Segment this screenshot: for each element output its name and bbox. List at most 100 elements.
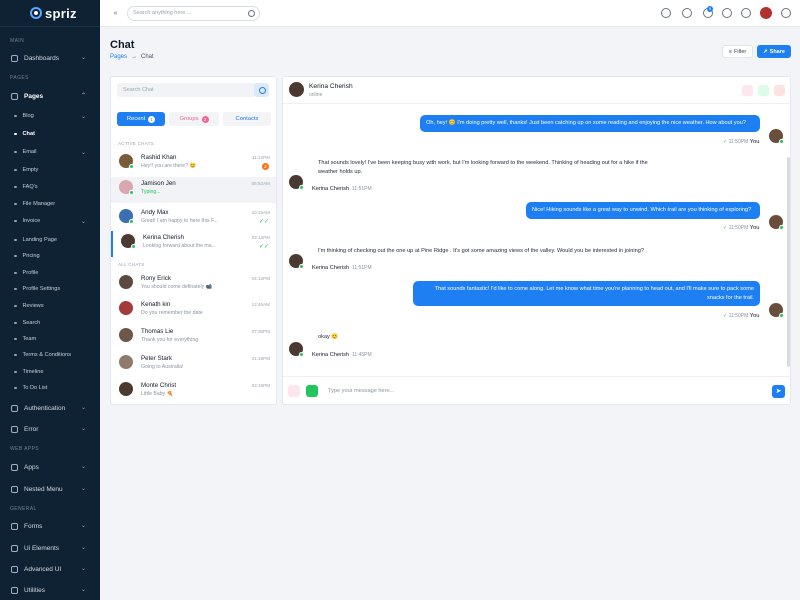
sidebar-item-chat[interactable]: Chat xyxy=(0,127,100,141)
chevron-down-icon: ⌄ xyxy=(80,426,86,432)
chat-list-item[interactable]: Kerina Cherish Looking forward about the… xyxy=(111,231,276,257)
message-time: 11:45PM xyxy=(352,352,372,358)
phone-icon[interactable] xyxy=(742,85,753,96)
message-time: 11:51PM xyxy=(352,186,372,192)
breadcrumb-pages-link[interactable]: Pages xyxy=(110,54,127,60)
avatar xyxy=(289,254,304,269)
brand-logo[interactable]: spriz xyxy=(0,0,100,27)
sidebar-toggle-icon[interactable]: « xyxy=(110,8,121,19)
nav-label: Profile xyxy=(22,270,39,276)
tab-recent[interactable]: Recent 1 xyxy=(117,112,165,126)
bell-icon[interactable] xyxy=(722,8,732,18)
chat-list-item[interactable]: Kenath kin Do you remember the date 12:4… xyxy=(111,298,276,324)
message-meta: ✓ 11:50PM You xyxy=(723,313,759,319)
sidebar-item-empty[interactable]: Empty xyxy=(0,163,100,177)
nav-label: Search xyxy=(22,320,41,326)
bullet-icon xyxy=(14,321,17,325)
chat-list-panel: Search Chat Recent 1 Groups 2 Contacts ACT… xyxy=(110,76,277,405)
video-icon[interactable] xyxy=(758,85,769,96)
chat-preview: Do you remember the date xyxy=(141,310,203,316)
filter-button[interactable]: ≡ Filter xyxy=(722,45,753,58)
error-icon xyxy=(11,425,18,433)
message-text-incoming: I'm thinking of checking out the one up … xyxy=(318,248,644,254)
search-icon[interactable] xyxy=(248,10,255,17)
contact-name[interactable]: Kerina Cherish xyxy=(309,83,353,90)
user-avatar[interactable] xyxy=(760,7,772,19)
sidebar-item-invoice[interactable]: Invoice ⌄ xyxy=(0,214,100,228)
attachment-icon[interactable] xyxy=(306,385,318,397)
bullet-icon xyxy=(14,185,17,189)
sidebar-item-team[interactable]: Team xyxy=(0,332,100,346)
sender-name: Kerina Cherish xyxy=(312,265,349,271)
nav-label: Empty xyxy=(22,167,39,173)
arrow-right-icon: → xyxy=(131,54,138,60)
fullscreen-icon[interactable] xyxy=(741,8,751,18)
sidebar-item-profile[interactable]: Profile xyxy=(0,266,100,280)
chat-search-input[interactable]: Search Chat xyxy=(117,83,255,97)
nav-utilities[interactable]: Utilities ⌄ xyxy=(0,582,100,598)
avatar xyxy=(769,303,784,318)
chat-list-item[interactable]: Thomas Lie Thank you for everything 07:3… xyxy=(111,325,276,351)
cart-icon[interactable] xyxy=(682,8,692,18)
message-list: Oh, hey! 😊 I'm doing pretty well, thanks… xyxy=(283,105,784,375)
sidebar-item-reviews[interactable]: Reviews xyxy=(0,299,100,313)
nav-dashboards[interactable]: Dashboards ⌄ xyxy=(0,50,100,66)
chevron-down-icon: ⌄ xyxy=(80,523,86,529)
currency-icon[interactable] xyxy=(661,8,671,18)
sidebar-item-email[interactable]: Email ⌄ xyxy=(0,145,100,159)
more-options-icon[interactable] xyxy=(774,85,785,96)
conversation-panel: Kerina Cherish online Oh, hey! 😊 I'm doi… xyxy=(282,76,791,405)
nav-ui-elements[interactable]: Ui Elements ⌄ xyxy=(0,540,100,556)
nav-pages[interactable]: Pages ⌃ xyxy=(0,88,100,104)
contact-avatar[interactable] xyxy=(289,82,304,97)
chat-time: 10:15AM xyxy=(251,210,270,215)
avatar xyxy=(119,275,133,289)
nav-forms[interactable]: Forms ⌄ xyxy=(0,518,100,534)
nav-label: File Manager xyxy=(22,201,56,207)
sidebar-item-timeline[interactable]: Timeline xyxy=(0,365,100,379)
chat-list-item[interactable]: Jamison Jen Typing... 06:52AM xyxy=(111,177,276,203)
chat-name: Peter Stark xyxy=(141,355,172,362)
tab-groups[interactable]: Groups 2 xyxy=(169,112,219,126)
avatar xyxy=(121,234,136,249)
emoji-icon[interactable] xyxy=(288,385,300,397)
nav-apps[interactable]: Apps ⌄ xyxy=(0,459,100,475)
sidebar-item-profile-settings[interactable]: Profile Settings xyxy=(0,282,100,296)
message-scrollbar[interactable] xyxy=(787,157,790,367)
message-meta: Kerina Cherish 11:51PM xyxy=(312,186,372,192)
sidebar-item-terms[interactable]: Terms & Conditions xyxy=(0,348,100,362)
message-input[interactable]: Type your message here... xyxy=(323,385,768,398)
bullet-icon xyxy=(14,238,17,242)
sidebar-item-pricing[interactable]: Pricing xyxy=(0,249,100,263)
sidebar-item-blog[interactable]: Blog ⌄ xyxy=(0,109,100,123)
nav-label: FAQ's xyxy=(22,184,38,190)
settings-gear-icon[interactable] xyxy=(781,8,791,18)
chat-list-item[interactable]: Andy Max Great! I am happy to here this … xyxy=(111,206,276,232)
global-search-input[interactable]: Search anything here ... xyxy=(127,6,260,21)
lock-icon xyxy=(11,404,18,412)
sidebar-item-file-manager[interactable]: File Manager xyxy=(0,197,100,211)
nav-nested-menu[interactable]: Nested Menu ⌄ xyxy=(0,481,100,497)
nav-advanced-ui[interactable]: Advanced UI ⌄ xyxy=(0,561,100,577)
sidebar-item-faqs[interactable]: FAQ's xyxy=(0,180,100,194)
chevron-down-icon: ⌄ xyxy=(80,218,86,225)
send-button[interactable]: ➤ xyxy=(772,385,785,398)
chat-list-item[interactable]: Peter Stark Going to Australia! 01:18PM xyxy=(111,352,276,378)
chat-list-item[interactable]: Monte Christ Little Baby 🍕 03:15PM xyxy=(111,379,276,404)
sidebar-item-search[interactable]: Search xyxy=(0,316,100,330)
nav-authentication[interactable]: Authentication ⌄ xyxy=(0,400,100,416)
nav-error[interactable]: Error ⌄ xyxy=(0,421,100,437)
chat-list-item[interactable]: Rony Erick You should come definately 📹 … xyxy=(111,272,276,298)
sidebar-item-landing-page[interactable]: Landing Page xyxy=(0,233,100,247)
online-indicator xyxy=(299,352,304,357)
search-icon[interactable] xyxy=(254,83,269,97)
share-button[interactable]: ↗ Share xyxy=(757,45,791,58)
avatar xyxy=(769,129,784,144)
tab-label: Groups xyxy=(179,116,199,122)
read-check-icon: ✓✓ xyxy=(258,244,269,250)
tab-contacts[interactable]: Contacts xyxy=(223,112,271,126)
chat-list-item[interactable]: Rashid Khan Hey!! you are there? 😊 11:12… xyxy=(111,151,276,177)
sidebar-item-todo[interactable]: To Do List xyxy=(0,381,100,395)
read-check-icon: ✓ xyxy=(723,313,728,319)
chat-name: Thomas Lie xyxy=(141,328,174,335)
